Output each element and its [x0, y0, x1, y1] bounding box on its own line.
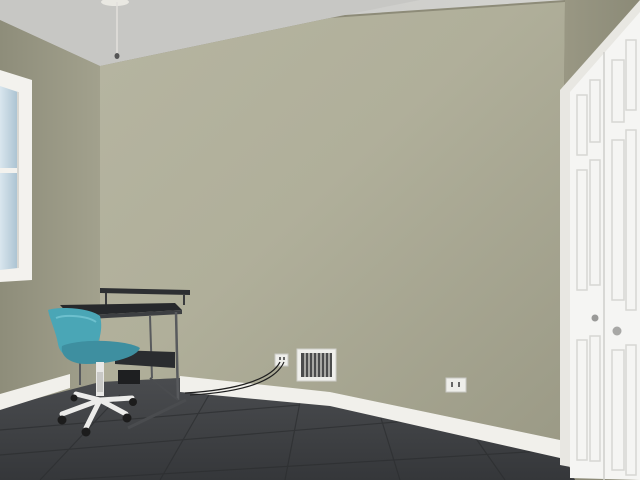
- window: [0, 70, 32, 282]
- room-photo: [0, 0, 640, 480]
- room-scene: [0, 0, 640, 480]
- floor-register-vent: [296, 348, 337, 382]
- closet-knob-right[interactable]: [612, 326, 622, 336]
- wall-outlet-right: [445, 377, 467, 393]
- wall-outlet-left: [274, 353, 289, 367]
- closet-knob-left[interactable]: [591, 314, 599, 322]
